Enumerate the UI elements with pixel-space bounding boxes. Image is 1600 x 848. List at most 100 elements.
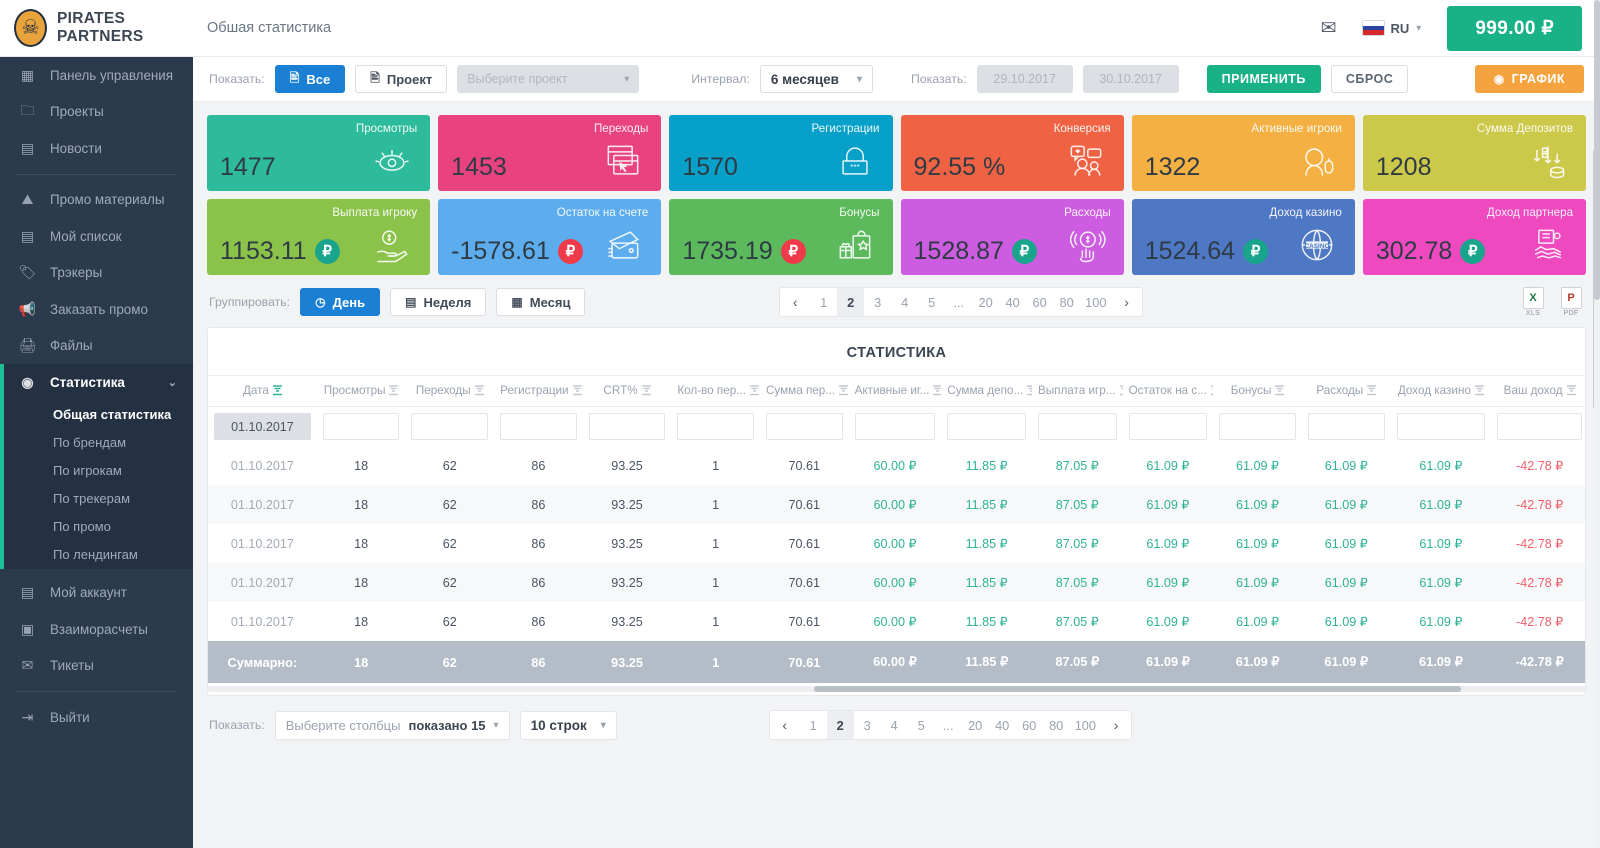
table-row[interactable]: 01.10.2017 18 62 86 93.25 1 70.61 60.00 ₽11.85 …: [208, 602, 1585, 641]
kpi-card-views[interactable]: Просмотры 1477: [207, 115, 431, 191]
pagination-page-80[interactable]: 80: [1053, 288, 1080, 316]
sidebar-item-news[interactable]: ▤ Новости: [0, 130, 193, 167]
kpi-card-deposits-sum[interactable]: Сумма Депозитов 1208: [1362, 115, 1587, 191]
col-header-balance[interactable]: Остаток на с...: [1122, 375, 1214, 407]
pagination-page-5[interactable]: 5: [918, 288, 945, 316]
filter-input[interactable]: [1497, 413, 1582, 440]
table-horizontal-scrollbar[interactable]: [208, 683, 1585, 695]
group-by-week-button[interactable]: ▤ Неделя: [390, 288, 487, 316]
col-header-transfers-sum[interactable]: Сумма пер...: [759, 375, 849, 407]
pagination-page-80[interactable]: 80: [1043, 711, 1070, 739]
sidebar-subitem-general-statistics[interactable]: Общая статистика: [4, 401, 193, 429]
filter-input[interactable]: [1307, 413, 1385, 440]
sidebar-subitem-by-trackers[interactable]: По трекерам: [4, 485, 193, 513]
mail-icon[interactable]: ✉: [1321, 17, 1337, 40]
sidebar-subitem-by-players[interactable]: По игрокам: [4, 457, 193, 485]
col-header-registrations[interactable]: Регистрации: [494, 375, 583, 407]
balance-button[interactable]: 999.00 ₽: [1447, 5, 1582, 51]
sidebar-item-dashboard[interactable]: ▦ Панель управления: [0, 57, 193, 94]
pagination-page-3[interactable]: 3: [854, 711, 881, 739]
sidebar-item-promo-materials[interactable]: ⛰ Промо материалы: [0, 182, 193, 219]
col-header-deposits-sum[interactable]: Сумма депо...: [941, 375, 1032, 407]
sidebar-item-settlements[interactable]: ▣ Взаиморасчеты: [0, 611, 193, 648]
pagination-page-3[interactable]: 3: [864, 288, 891, 316]
kpi-card-account-balance[interactable]: Остаток на счете -1578.61 ₽: [438, 199, 662, 275]
col-header-active-players[interactable]: Активные иг...: [848, 375, 942, 407]
filter-input[interactable]: [1396, 413, 1486, 440]
filter-input[interactable]: [411, 413, 489, 440]
pagination-page-20[interactable]: 20: [972, 288, 999, 316]
pagination-page-100[interactable]: 100: [1080, 288, 1111, 316]
kpi-card-player-payout[interactable]: Выплата игроку 1153.11 ₽: [207, 199, 431, 275]
pagination-page-1[interactable]: 1: [800, 711, 827, 739]
pagination-page-4[interactable]: 4: [891, 288, 918, 316]
sidebar-item-tickets[interactable]: ✉ Тикеты: [0, 648, 193, 685]
reset-button[interactable]: СБРОС: [1330, 65, 1409, 93]
filter-input[interactable]: [765, 413, 843, 440]
pagination-page-5[interactable]: 5: [908, 711, 935, 739]
sidebar-item-files[interactable]: 🖨 Файлы: [0, 328, 193, 365]
table-row[interactable]: 01.10.2017 18 62 86 93.25 1 70.61 60.00 ₽11.85 …: [208, 446, 1585, 485]
filter-date-input[interactable]: 01.10.2017: [214, 413, 311, 440]
filter-input[interactable]: [1219, 413, 1296, 440]
date-from-input[interactable]: 29.10.2017: [976, 65, 1073, 93]
filter-input[interactable]: [500, 413, 577, 440]
col-header-crt[interactable]: CRT%: [582, 375, 672, 407]
kpi-card-active-players[interactable]: Активные игроки 1322: [1131, 115, 1355, 191]
col-header-clicks[interactable]: Переходы: [405, 375, 495, 407]
project-select[interactable]: Выберите проект ▾: [457, 65, 640, 93]
col-header-views[interactable]: Просмотры: [316, 375, 406, 407]
brand-logo[interactable]: ☠ PIRATES PARTNERS: [0, 9, 193, 47]
pagination-page-100[interactable]: 100: [1070, 711, 1101, 739]
pagination-page-60[interactable]: 60: [1026, 288, 1053, 316]
pagination-page-2[interactable]: 2: [826, 711, 854, 739]
filter-input[interactable]: [588, 413, 666, 440]
filter-input[interactable]: [322, 413, 400, 440]
kpi-card-conversion[interactable]: Конверсия 92.55 %: [900, 115, 1124, 191]
filter-input[interactable]: [1128, 413, 1208, 440]
pagination-prev[interactable]: ‹: [780, 288, 810, 316]
col-header-expenses[interactable]: Расходы: [1301, 375, 1391, 407]
page-scroll-thumb[interactable]: [1594, 0, 1600, 300]
sidebar-item-order-promo[interactable]: 📢 Заказать промо: [0, 291, 193, 328]
pagination-page-20[interactable]: 20: [962, 711, 989, 739]
kpi-card-registrations[interactable]: Регистрации 1570 ***: [669, 115, 893, 191]
date-to-input[interactable]: 30.10.2017: [1082, 65, 1179, 93]
sidebar-item-my-list[interactable]: ▤ Мой список: [0, 218, 193, 255]
kpi-card-bonuses[interactable]: Бонусы 1735.19 ₽: [669, 199, 893, 275]
filter-input[interactable]: [1037, 413, 1117, 440]
group-by-month-button[interactable]: ▦ Месяц: [496, 288, 586, 316]
kpi-card-partner-income[interactable]: Доход партнера 302.78 ₽: [1362, 199, 1587, 275]
sidebar-subitem-by-landings[interactable]: По лендингам: [4, 541, 193, 569]
pdf-export-button[interactable]: P PDF: [1558, 287, 1584, 317]
filter-input[interactable]: [677, 413, 754, 440]
col-header-transfers-count[interactable]: Кол-во пер...: [671, 375, 760, 407]
filter-input[interactable]: [947, 413, 1026, 440]
pagination-page-40[interactable]: 40: [989, 711, 1016, 739]
col-header-date[interactable]: Дата: [208, 375, 317, 407]
sidebar-item-my-account[interactable]: ▤ Мой аккаунт: [0, 575, 193, 612]
sidebar-item-statistics[interactable]: ◉ Статистика ⌄: [4, 364, 193, 401]
sidebar-item-trackers[interactable]: 🏷 Трэкеры: [0, 255, 193, 292]
kpi-card-expenses[interactable]: Расходы 1528.87 ₽: [900, 199, 1124, 275]
rows-per-page-select[interactable]: 10 строк ▾: [519, 710, 617, 740]
sidebar-item-projects[interactable]: 🗀 Проекты: [0, 94, 193, 131]
pagination-next[interactable]: ›: [1112, 288, 1142, 316]
apply-button[interactable]: ПРИМЕНИТЬ: [1206, 65, 1321, 93]
sidebar-subitem-by-brands[interactable]: По брендам: [4, 429, 193, 457]
col-header-player-payout[interactable]: Выплата игр...: [1031, 375, 1123, 407]
kpi-card-clicks[interactable]: Переходы 1453: [438, 115, 662, 191]
pagination-page-4[interactable]: 4: [881, 711, 908, 739]
pagination-page-40[interactable]: 40: [999, 288, 1026, 316]
xls-export-button[interactable]: X XLS: [1520, 287, 1546, 317]
page-scrollbar[interactable]: [1594, 0, 1600, 848]
filter-all-button[interactable]: 🖹 Все: [274, 65, 346, 93]
table-row[interactable]: 01.10.2017 18 62 86 93.25 1 70.61 60.00 ₽11.85 …: [208, 485, 1585, 524]
pagination-page-1[interactable]: 1: [810, 288, 837, 316]
language-selector[interactable]: RU ▾: [1362, 21, 1421, 36]
scroll-thumb[interactable]: [813, 686, 1462, 692]
table-row[interactable]: 01.10.2017 18 62 86 93.25 1 70.61 60.00 ₽11.85 …: [208, 524, 1585, 563]
sidebar-subitem-by-promo[interactable]: По промо: [4, 513, 193, 541]
pagination-next[interactable]: ›: [1101, 711, 1131, 739]
col-header-casino-income[interactable]: Доход казино: [1390, 375, 1492, 407]
